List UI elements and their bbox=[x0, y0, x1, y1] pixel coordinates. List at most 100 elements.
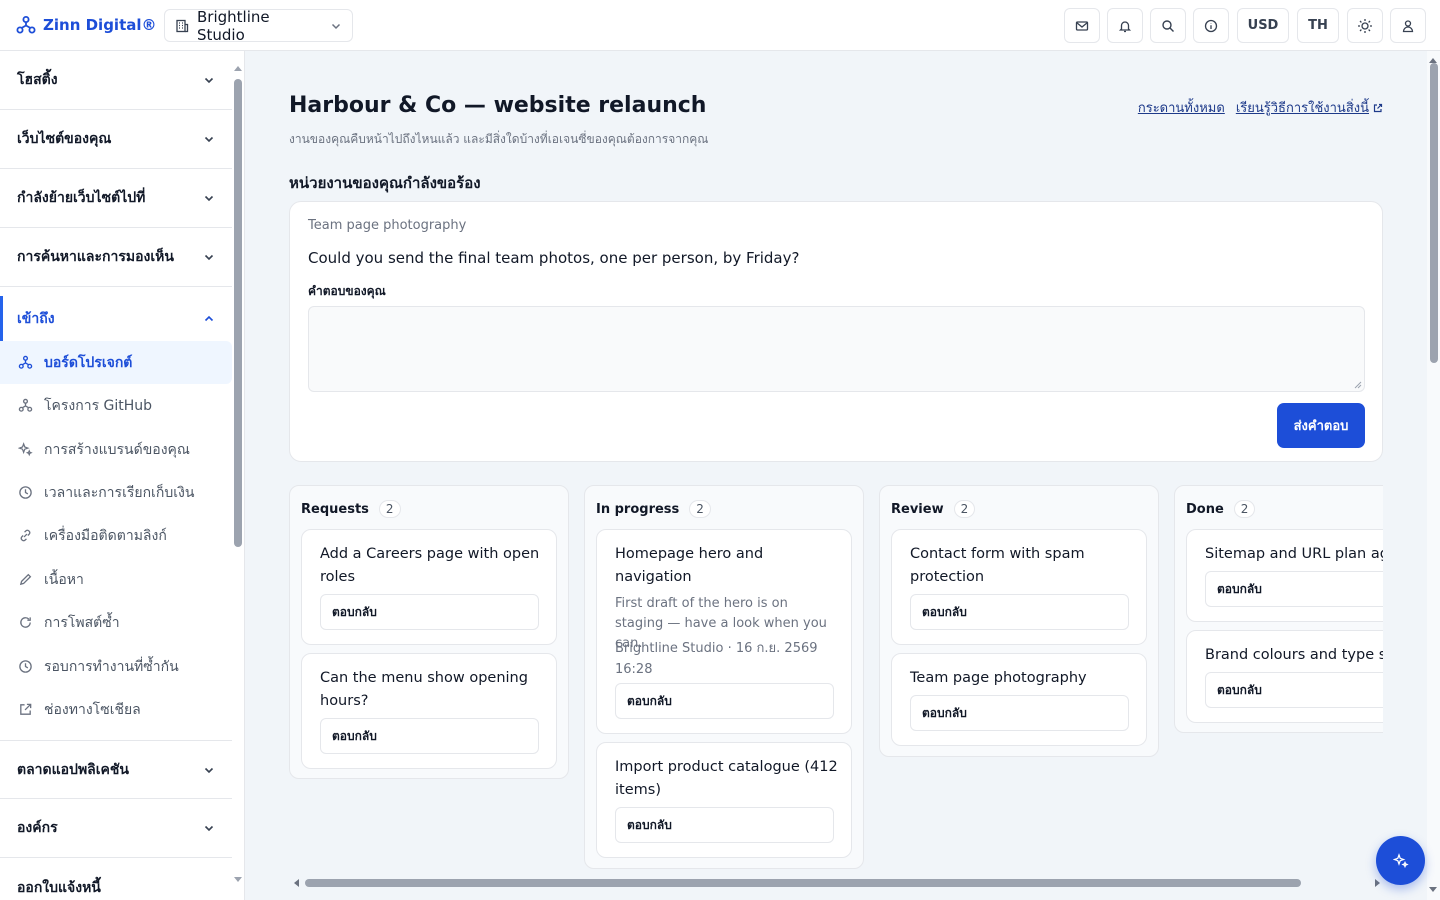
search-icon bbox=[1161, 19, 1175, 33]
board-card[interactable]: Add a Careers page with open roles ตอบกล… bbox=[301, 529, 557, 645]
send-answer-button[interactable]: ส่งคำตอบ bbox=[1277, 403, 1365, 448]
main-content: Harbour & Co — website relaunch งานของคุ… bbox=[245, 51, 1427, 900]
sidebar-item-label: โครงการ GitHub bbox=[44, 397, 153, 414]
sidebar-section-label: โฮสติ้ง bbox=[17, 72, 58, 88]
sidebar-item-content[interactable]: เนื้อหา bbox=[0, 558, 232, 601]
answer-textarea[interactable] bbox=[308, 306, 1365, 392]
sidebar-section-websites[interactable]: เว็บไซต์ของคุณ bbox=[0, 110, 232, 169]
chevron-down-icon bbox=[203, 822, 215, 834]
column-header: Requests 2 bbox=[301, 500, 401, 518]
sidebar-section-access[interactable]: เข้าถึง bbox=[0, 291, 232, 346]
sidebar-section-label: องค์กร bbox=[17, 820, 58, 836]
reply-button[interactable]: ตอบกลับ bbox=[615, 683, 834, 719]
sidebar-section-label: เว็บไซต์ของคุณ bbox=[17, 131, 112, 147]
sidebar-item-social-channels[interactable]: ช่องทางโซเชียล bbox=[0, 688, 232, 731]
board-card[interactable]: Can the menu show opening hours? ตอบกลับ bbox=[301, 653, 557, 769]
board-card[interactable]: Import product catalogue (412 items) ตอบ… bbox=[596, 742, 852, 858]
sidebar-item-link-tracker[interactable]: เครื่องมือติดตามลิงก์ bbox=[0, 514, 232, 557]
board-column-review: Review 2 Contact form with spam protecti… bbox=[879, 485, 1159, 757]
request-question: Could you send the final team photos, on… bbox=[308, 249, 800, 267]
reply-button[interactable]: ตอบกลับ bbox=[910, 594, 1129, 630]
column-title: Review bbox=[891, 501, 944, 517]
scroll-down-arrow-icon bbox=[1429, 887, 1437, 892]
card-meta: Brightline Studio · 16 ก.ย. 2569 16:28 bbox=[615, 641, 818, 677]
user-icon bbox=[1401, 19, 1415, 33]
board-horizontal-scrollbar-thumb[interactable] bbox=[305, 879, 1301, 887]
all-boards-link[interactable]: กระดานทั้งหมด bbox=[1138, 97, 1225, 118]
clock-icon bbox=[18, 485, 33, 500]
sidebar-section-billing[interactable]: ออกใบแจ้งหนี้ bbox=[0, 858, 232, 900]
chevron-down-icon bbox=[203, 133, 215, 145]
info-icon bbox=[1204, 19, 1218, 33]
board-card[interactable]: Contact form with spam protection ตอบกลั… bbox=[891, 529, 1147, 645]
column-count-badge: 2 bbox=[953, 500, 976, 518]
sidebar-item-time-billing[interactable]: เวลาและการเรียกเก็บเงิน bbox=[0, 471, 232, 514]
external-link-icon bbox=[1373, 103, 1383, 113]
page-links: กระดานทั้งหมด เรียนรู้วิธีการใช้งานสิ่งน… bbox=[1138, 97, 1383, 118]
language-button[interactable]: TH bbox=[1297, 8, 1339, 43]
learn-how-link[interactable]: เรียนรู้วิธีการใช้งานสิ่งนี้ bbox=[1236, 97, 1383, 118]
theme-toggle-button[interactable] bbox=[1347, 8, 1383, 43]
sidebar-item-label: เครื่องมือติดตามลิงก์ bbox=[44, 527, 167, 544]
github-project-icon bbox=[18, 398, 33, 413]
workspace-switcher[interactable]: Brightline Studio bbox=[164, 8, 353, 44]
reply-button[interactable]: ตอบกลับ bbox=[320, 594, 539, 630]
page-scrollbar-thumb[interactable] bbox=[1430, 63, 1438, 363]
reply-button[interactable]: ตอบกลับ bbox=[910, 695, 1129, 731]
scroll-right-arrow-icon bbox=[1375, 879, 1380, 887]
sidebar-item-label: ช่องทางโซเชียล bbox=[44, 701, 141, 718]
account-button[interactable] bbox=[1390, 8, 1426, 43]
board-card[interactable]: Homepage hero and navigation First draft… bbox=[596, 529, 852, 734]
mail-icon bbox=[1075, 19, 1089, 33]
sidebar-section-label: ตลาดแอปพลิเคชัน bbox=[17, 761, 129, 778]
column-count-badge: 2 bbox=[689, 500, 711, 518]
sidebar-section-label: การค้นหาและการมองเห็น bbox=[17, 249, 174, 265]
scroll-down-arrow-icon bbox=[234, 877, 242, 882]
resize-handle-icon bbox=[1354, 381, 1362, 389]
scroll-left-arrow-icon bbox=[294, 879, 299, 887]
sidebar-item-recurring-cycles[interactable]: รอบการทำงานที่ซ้ำกัน bbox=[0, 645, 232, 688]
board-overflow-mask bbox=[1383, 471, 1427, 891]
sidebar-section-organization[interactable]: องค์กร bbox=[0, 799, 232, 858]
bell-icon bbox=[1118, 19, 1132, 33]
info-button[interactable] bbox=[1193, 8, 1229, 43]
reply-button[interactable]: ตอบกลับ bbox=[320, 718, 539, 754]
card-title: Import product catalogue (412 items) bbox=[615, 759, 838, 798]
column-header: Done 2 bbox=[1186, 500, 1256, 518]
sparkle-icon bbox=[18, 442, 33, 457]
building-icon bbox=[175, 19, 189, 33]
notifications-button[interactable] bbox=[1107, 8, 1143, 43]
brand[interactable]: Zinn Digital® bbox=[16, 15, 157, 35]
chevron-down-icon bbox=[203, 74, 215, 86]
column-header: In progress 2 bbox=[596, 500, 711, 518]
sidebar-item-github-projects[interactable]: โครงการ GitHub bbox=[0, 384, 232, 427]
page-subtitle: งานของคุณคืบหน้าไปถึงไหนแล้ว และมีสิ่งใด… bbox=[289, 132, 709, 146]
sidebar-item-project-board[interactable]: บอร์ดโปรเจกต์ bbox=[0, 341, 232, 384]
sidebar-section-hosting[interactable]: โฮสติ้ง bbox=[0, 51, 232, 110]
sidebar-item-branding[interactable]: การสร้างแบรนด์ของคุณ bbox=[0, 428, 232, 471]
sidebar-section-migrations[interactable]: กำลังย้ายเว็บไซต์ไปที่ bbox=[0, 169, 232, 228]
sidebar-scrollbar-thumb[interactable] bbox=[234, 79, 242, 547]
sidebar-section-app-market[interactable]: ตลาดแอปพลิเคชัน bbox=[0, 740, 232, 799]
card-title: Homepage hero and navigation bbox=[615, 546, 764, 585]
cycle-clock-icon bbox=[18, 659, 33, 674]
board-card[interactable]: Team page photography ตอบกลับ bbox=[891, 653, 1147, 746]
assistant-fab-button[interactable] bbox=[1376, 836, 1425, 885]
answer-label: คำตอบของคุณ bbox=[308, 284, 386, 298]
sidebar-item-label: การโพสต์ซ้ำ bbox=[44, 614, 120, 631]
sidebar: โฮสติ้ง เว็บไซต์ของคุณ กำลังย้ายเว็บไซต์… bbox=[0, 51, 245, 900]
messages-button[interactable] bbox=[1064, 8, 1100, 43]
chevron-up-icon bbox=[203, 313, 215, 325]
currency-button[interactable]: USD bbox=[1237, 8, 1289, 43]
sidebar-item-reposting[interactable]: การโพสต์ซ้ำ bbox=[0, 601, 232, 644]
column-header: Review 2 bbox=[891, 500, 976, 518]
chevron-down-icon bbox=[203, 192, 215, 204]
learn-how-link-label: เรียนรู้วิธีการใช้งานสิ่งนี้ bbox=[1235, 101, 1369, 116]
scroll-up-arrow-icon bbox=[234, 66, 242, 71]
reply-button[interactable]: ตอบกลับ bbox=[615, 807, 834, 843]
chevron-down-icon bbox=[330, 20, 342, 32]
column-title: In progress bbox=[596, 501, 680, 517]
sidebar-section-search-visibility[interactable]: การค้นหาและการมองเห็น bbox=[0, 228, 232, 287]
sidebar-section-label: กำลังย้ายเว็บไซต์ไปที่ bbox=[17, 190, 146, 206]
search-button[interactable] bbox=[1150, 8, 1186, 43]
